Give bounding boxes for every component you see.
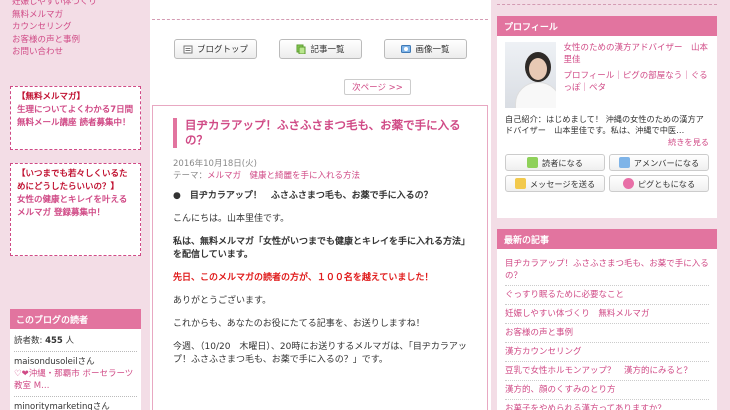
article-paragraph: ありがとうございます。	[173, 296, 272, 306]
article-body: ● 目ヂカラアップ！ ふさふさまつ毛も、お薬で手に入るの？ こんにちは。山本里佳…	[173, 190, 467, 367]
article-paragraph: 今週、（10/20 木曜日）、20時にお送りするメルマガは、「目ヂカラアップ！ふ…	[173, 342, 467, 365]
article-paragraph: こんにちは。山本里佳です。	[173, 214, 290, 224]
recent-posts-heading: 最新の記事	[497, 229, 717, 249]
article: 目ヂカラアップ！ふさふさまつ毛も、お薬で手に入るの？ 2016年10月18日(火…	[152, 105, 488, 410]
recent-post-link[interactable]: お菓子をやめられる漢方ってありますか？	[505, 400, 709, 410]
next-page-button[interactable]: 次ページ >>	[344, 79, 411, 95]
divider	[152, 19, 488, 20]
divider	[14, 396, 137, 397]
follow-label: 読者になる	[542, 157, 583, 168]
recent-posts-list: 目ヂカラアップ！ふさふさまつ毛も、お薬で手に入るの？ ぐっすり眠るために必要なこ…	[497, 249, 717, 410]
pig-friend-button[interactable]: ピグともになる	[609, 175, 709, 192]
reader-name[interactable]: maisondusoleilさん	[14, 356, 137, 368]
article-date: 2016年10月18日(火)	[173, 159, 257, 169]
mailmag-box-title: 【無料メルマガ】	[17, 92, 86, 102]
amember-label: アメンバーになる	[633, 157, 700, 168]
main-content: ブログトップ 記事一覧 画像一覧 次ページ >> 目ヂカラアップ！ふさふさまつ毛…	[152, 0, 488, 410]
health-box-link[interactable]: 女性の健康とキレイを叶えるメルマガ 登録募集中！	[17, 194, 134, 220]
left-sidebar: 妊娠しやすい体づくり 無料メルマガ カウンセリング お客様の声と事例 お問い合わ…	[0, 0, 150, 410]
profile-actions: 読者になる アメンバーになる メッセージを送る ピグともになる	[505, 154, 709, 192]
readers-panel: このブログの読者 読者数: 455 人 maisondusoleilさん ♡❤沖…	[10, 309, 141, 410]
profile-panel: プロフィール 女性のための漢方アドバイザー 山本里佳 プロフィール｜ピグの部屋な…	[497, 16, 717, 218]
article-meta: 2016年10月18日(火) テーマ：メルマガ 健康と綺麗を手に入れる方法	[173, 158, 467, 182]
reader-name[interactable]: minoritymarketingさん	[14, 401, 137, 410]
article-paragraph: ● 目ヂカラアップ！ ふさふさまつ毛も、お薬で手に入るの？	[173, 191, 433, 201]
follow-button[interactable]: 読者になる	[505, 154, 605, 171]
profile-name[interactable]: 女性のための漢方アドバイザー 山本里佳	[563, 42, 709, 66]
amember-button[interactable]: アメンバーになる	[609, 154, 709, 171]
reader-icon	[527, 157, 539, 168]
theme-sub-link[interactable]: 健康と綺麗を手に入れる方法	[250, 171, 361, 181]
pig-icon	[622, 178, 634, 189]
recent-post-link[interactable]: 目ヂカラアップ！ふさふさまつ毛も、お薬で手に入るの？	[505, 255, 709, 286]
left-nav-item[interactable]: 妊娠しやすい体づくり	[12, 0, 97, 9]
profile-photo[interactable]	[505, 42, 557, 108]
amember-icon	[618, 157, 630, 168]
image-icon	[401, 44, 412, 54]
image-list-button[interactable]: 画像一覧	[384, 39, 467, 59]
recent-posts-panel: 最新の記事 目ヂカラアップ！ふさふさまつ毛も、お薬で手に入るの？ ぐっすり眠るた…	[497, 229, 717, 410]
article-paragraph: これからも、あなたのお役にたてる記事を、お送りしますね！	[173, 319, 425, 329]
mail-icon	[514, 178, 526, 189]
blog-top-label: ブログトップ	[196, 45, 248, 55]
article-list-button[interactable]: 記事一覧	[279, 39, 362, 59]
recent-post-link[interactable]: 豆乳で女性ホルモンアップ？ 漢方的にみると？	[505, 362, 709, 381]
theme-label: テーマ：	[173, 171, 208, 181]
right-sidebar: プロフィール 女性のための漢方アドバイザー 山本里佳 プロフィール｜ピグの部屋な…	[491, 0, 730, 410]
theme-link[interactable]: メルマガ	[207, 171, 241, 181]
document-icon	[296, 44, 306, 55]
divider	[497, 4, 717, 5]
recent-post-link[interactable]: 漢方カウンセリング	[505, 343, 709, 362]
article-list-label: 記事一覧	[310, 45, 345, 55]
blog-top-button[interactable]: ブログトップ	[174, 39, 257, 59]
pig-friend-label: ピグともになる	[637, 178, 696, 189]
recent-post-link[interactable]: お客様の声と事例	[505, 324, 709, 343]
article-title[interactable]: 目ヂカラアップ！ふさふさまつ毛も、お薬で手に入るの？	[173, 118, 467, 148]
recent-post-link[interactable]: 漢方的、顔のくすみのとり方	[505, 381, 709, 400]
mailmag-box: 【無料メルマガ】 生理についてよくわかる7日間無料メール講座 読者募集中！	[10, 86, 141, 150]
reader-count-label: 読者数:	[14, 336, 43, 346]
reader-count: 読者数: 455 人	[14, 335, 137, 347]
recent-post-link[interactable]: 妊娠しやすい体づくり 無料メルマガ	[505, 305, 709, 324]
reader-count-unit: 人	[65, 336, 75, 346]
article-theme: テーマ：メルマガ 健康と綺麗を手に入れる方法	[173, 170, 467, 182]
left-nav-item[interactable]: カウンセリング	[12, 21, 97, 34]
left-nav-item[interactable]: お客様の声と事例	[12, 34, 97, 47]
profile-links[interactable]: プロフィール｜ピグの部屋なう｜ぐるっぽ｜ペタ	[563, 70, 709, 94]
mailmag-box-link[interactable]: 生理についてよくわかる7日間無料メール講座 読者募集中！	[17, 104, 134, 130]
reader-desc[interactable]: ♡❤沖縄・那覇市 ボーセラーツ教室 M…	[14, 368, 137, 392]
health-box-title: 【いつまでも若々しくいるためにどうしたらいいの？】	[17, 169, 128, 192]
article-paragraph: 私は、無料メルマガ「女性がいつまでも健康とキレイを手に入れる方法」を配信していま…	[173, 237, 466, 260]
profile-intro: 自己紹介：はじめまして！ 沖縄の女性のための漢方アドバイザー 山本里佳です。私は…	[505, 114, 704, 135]
image-list-label: 画像一覧	[415, 45, 450, 55]
blog-toolbar: ブログトップ 記事一覧 画像一覧	[174, 39, 467, 59]
message-button[interactable]: メッセージを送る	[505, 175, 605, 192]
readers-heading: このブログの読者	[10, 309, 141, 329]
profile-more-link[interactable]: 続きを見る	[505, 136, 709, 148]
left-nav-item[interactable]: お問い合わせ	[12, 46, 97, 59]
divider	[14, 351, 137, 352]
left-nav-item[interactable]: 無料メルマガ	[12, 9, 97, 22]
home-icon	[183, 44, 193, 54]
reader-count-value: 455	[45, 336, 63, 346]
profile-heading: プロフィール	[497, 16, 717, 36]
recent-post-link[interactable]: ぐっすり眠るために必要なこと	[505, 286, 709, 305]
message-label: メッセージを送る	[529, 178, 596, 189]
health-box: 【いつまでも若々しくいるためにどうしたらいいの？】 女性の健康とキレイを叶えるメ…	[10, 163, 141, 256]
article-paragraph: 先日、このメルマガの読者の方が、１００名を越えていました！	[173, 273, 434, 283]
left-nav: 妊娠しやすい体づくり 無料メルマガ カウンセリング お客様の声と事例 お問い合わ…	[12, 0, 97, 59]
